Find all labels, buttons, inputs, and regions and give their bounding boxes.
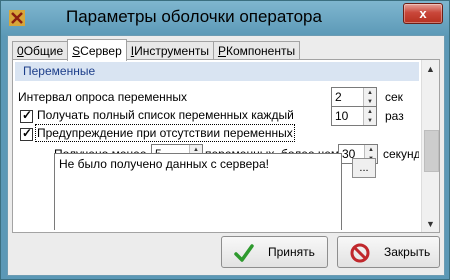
warning-label[interactable]: Предупреждение при отсутствии переменных xyxy=(35,124,295,142)
dialog-client-area: 0 Общие S Сервер I Инструменты P Компоне… xyxy=(7,35,445,276)
scrollbar-thumb[interactable] xyxy=(424,130,439,172)
spin-down-icon[interactable]: ▼ xyxy=(364,97,376,106)
spin-down-icon[interactable]: ▼ xyxy=(364,116,376,125)
no-entry-icon xyxy=(350,243,370,263)
full-list-spinner[interactable]: 10 ▲ ▼ xyxy=(331,106,377,126)
dialog-window: Параметры оболочки оператора x 0 Общие S… xyxy=(0,0,450,280)
title-bar[interactable]: Параметры оболочки оператора x xyxy=(1,1,449,35)
poll-interval-stepper[interactable]: ▲ ▼ xyxy=(363,88,376,106)
tab-server[interactable]: S Сервер xyxy=(67,39,127,61)
warning-message-text[interactable]: Не было получено данных с сервера! xyxy=(59,157,269,171)
full-list-checkbox[interactable]: ✓ xyxy=(20,108,33,123)
close-icon: x xyxy=(419,6,427,21)
full-list-value[interactable]: 10 xyxy=(335,109,348,123)
spin-up-icon[interactable]: ▲ xyxy=(365,145,377,154)
tab-components[interactable]: P Компоненты xyxy=(212,41,301,60)
tab-general-hotkey: 0 xyxy=(17,44,24,58)
scroll-down-icon[interactable]: ▼ xyxy=(422,215,439,232)
more-than-unit: секунд xyxy=(383,147,419,161)
panel-vertical-scrollbar[interactable]: ▲ ▼ xyxy=(421,60,439,232)
spin-up-icon[interactable]: ▲ xyxy=(364,88,376,97)
settings-scroll-area: Переменные Интервал опроса переменных 2 … xyxy=(15,62,419,230)
browse-message-button[interactable]: ... xyxy=(352,158,376,178)
window-title: Параметры оболочки оператора xyxy=(66,7,322,26)
tab-components-hotkey: P xyxy=(217,44,226,58)
ellipsis-label: ... xyxy=(359,162,369,174)
warning-message-textarea[interactable]: Не было получено данных с сервера! xyxy=(54,153,342,230)
accept-button-label: Принять xyxy=(268,245,315,259)
tab-tools[interactable]: I Инструменты xyxy=(125,41,214,60)
checkmark-icon: ✓ xyxy=(22,108,33,122)
tab-general[interactable]: 0 Общие xyxy=(12,41,69,60)
full-list-label[interactable]: Получать полный список переменных каждый xyxy=(37,108,294,122)
tab-general-label: Общие xyxy=(23,44,64,58)
accept-button[interactable]: Принять xyxy=(221,236,328,268)
poll-interval-unit: сек xyxy=(385,90,403,104)
tab-server-hotkey: S xyxy=(72,43,81,58)
window-close-button[interactable]: x xyxy=(403,3,443,24)
tab-components-label: Компоненты xyxy=(225,44,296,58)
warning-checkbox[interactable]: ✓ xyxy=(20,126,33,141)
server-tab-panel: Переменные Интервал опроса переменных 2 … xyxy=(12,59,440,233)
close-button[interactable]: Закрыть xyxy=(337,236,440,268)
scroll-up-icon[interactable]: ▲ xyxy=(422,60,439,77)
variables-group-title: Переменные xyxy=(23,64,96,78)
checkmark-icon: ✓ xyxy=(22,126,33,140)
variables-group-header[interactable]: Переменные xyxy=(15,62,419,81)
check-icon xyxy=(234,244,254,262)
full-list-unit: раз xyxy=(385,109,404,123)
tab-strip: 0 Общие S Сервер I Инструменты P Компоне… xyxy=(12,38,301,61)
tab-server-label: Сервер xyxy=(80,43,122,58)
poll-interval-spinner[interactable]: 2 ▲ ▼ xyxy=(331,87,377,107)
poll-interval-label: Интервал опроса переменных xyxy=(18,90,188,104)
tab-tools-label: Инструменты xyxy=(134,44,209,58)
full-list-stepper[interactable]: ▲ ▼ xyxy=(363,107,376,125)
app-icon xyxy=(9,10,25,26)
poll-interval-value[interactable]: 2 xyxy=(335,90,342,104)
close-button-label: Закрыть xyxy=(384,245,431,259)
spin-up-icon[interactable]: ▲ xyxy=(364,107,376,116)
